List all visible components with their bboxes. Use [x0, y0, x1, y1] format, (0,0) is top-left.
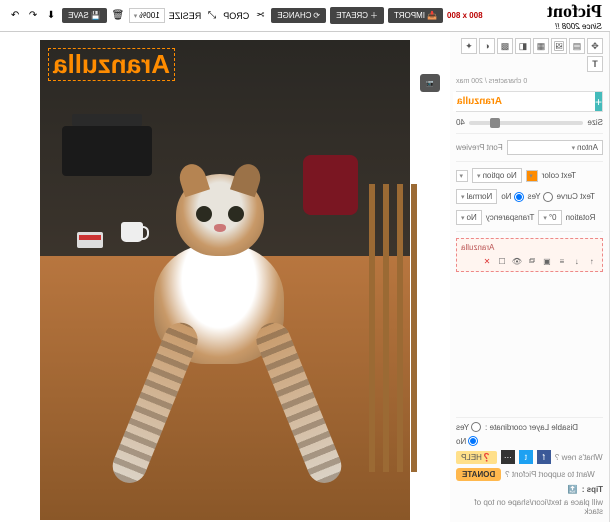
facebook-icon[interactable]: f	[537, 450, 551, 464]
crop-label: CROP	[223, 11, 249, 21]
curve-no-radio[interactable]: No	[501, 192, 523, 202]
coord-yes-radio[interactable]: Yes	[456, 422, 481, 432]
layer-visible-icon[interactable]: 👁	[511, 255, 523, 267]
disable-coord-label: Disable Layer coordinate :	[485, 423, 578, 432]
right-panel: ✥ ▤ 🖼 ▦ ◧ ▩ ◐ ✦ T 0 characters / 200 max…	[450, 32, 610, 522]
rotation-label: Rotation	[566, 213, 596, 222]
save-button[interactable]: 💾SAVE	[62, 8, 107, 23]
effects-icon[interactable]: ✦	[461, 38, 477, 54]
support-label: Want to support Picfont ?	[505, 470, 595, 479]
text-color-label: Text color	[542, 171, 576, 180]
text-input-group: +	[456, 91, 603, 112]
canvas-area: 📷	[0, 32, 450, 522]
gif-badge[interactable]: 📷	[420, 74, 440, 92]
tips-label: Tips :	[582, 485, 603, 494]
top-toolbar: Picfont Since 2008 !! 800 x 800 📥IMPORT …	[0, 0, 610, 32]
download-icon[interactable]: ⬇	[44, 9, 58, 23]
trash-icon[interactable]: 🗑	[111, 9, 125, 23]
logo: Picfont Since 2008 !!	[547, 1, 602, 31]
zoom-select[interactable]: 100%	[129, 8, 165, 23]
grid-icon[interactable]: ▦	[533, 38, 549, 54]
photo-content	[40, 40, 410, 520]
layer-delete-icon[interactable]: ✕	[481, 255, 493, 267]
redo-icon[interactable]: ↷	[8, 9, 22, 23]
change-button[interactable]: ⟲CHANGE	[271, 8, 326, 23]
whats-new-link[interactable]: What's new ?	[555, 453, 603, 462]
layer-down-icon[interactable]: ↓	[571, 255, 583, 267]
brand-name: Picfont	[547, 1, 602, 22]
adjust-icon[interactable]: ◧	[515, 38, 531, 54]
tool-icons-row: ✥ ▤ 🖼 ▦ ◧ ▩ ◐ ✦ T	[456, 38, 603, 72]
add-text-button[interactable]: +	[595, 92, 602, 111]
resize-icon[interactable]: ⤢	[205, 9, 219, 23]
bg-color-swatch[interactable]	[456, 170, 468, 182]
canvas[interactable]: Aranzulla	[40, 40, 410, 520]
dimensions-label: 800 x 800	[447, 11, 483, 20]
import-button[interactable]: 📥IMPORT	[388, 8, 443, 23]
image-icon[interactable]: 🖼	[551, 38, 567, 54]
create-button[interactable]: ＋CREATE	[330, 7, 384, 24]
layer-copy-icon[interactable]: ⧉	[526, 255, 538, 267]
text-curve-label: Text Curve	[557, 192, 595, 201]
size-value: 40	[456, 118, 465, 127]
no-option-select[interactable]: No option	[472, 168, 522, 183]
text-color-swatch[interactable]	[526, 170, 538, 182]
text-tool-icon[interactable]: T	[587, 56, 603, 72]
size-slider[interactable]	[469, 121, 584, 125]
shape-icon[interactable]: ◐	[479, 38, 495, 54]
donate-button[interactable]: DONATE	[456, 468, 501, 481]
share-icon[interactable]: ⋯	[501, 450, 515, 464]
layer-name: Aranzulla	[461, 243, 598, 252]
layer-item[interactable]: Aranzulla ↑ ↓ ≡ ▣ ⧉ 👁 ☐ ✕	[456, 238, 603, 272]
twitter-icon[interactable]: t	[519, 450, 533, 464]
tips-icon: 🔝	[568, 485, 578, 494]
undo-icon[interactable]: ↶	[26, 9, 40, 23]
layers-icon[interactable]: ▤	[569, 38, 585, 54]
font-select[interactable]: Anton	[507, 140, 603, 155]
layer-align-icon[interactable]: ≡	[556, 255, 568, 267]
checker-icon[interactable]: ▩	[497, 38, 513, 54]
transparency-label: Transparency	[486, 213, 535, 222]
layer-center-icon[interactable]: ▣	[541, 255, 553, 267]
brand-tagline: Since 2008 !!	[547, 22, 602, 31]
help-button[interactable]: ❓HELP	[456, 451, 497, 464]
layer-lock-icon[interactable]: ☐	[496, 255, 508, 267]
crop-icon[interactable]: ✂	[253, 9, 267, 23]
curve-yes-radio[interactable]: Yes	[528, 192, 553, 202]
move-icon[interactable]: ✥	[587, 38, 603, 54]
coord-no-radio[interactable]: No	[456, 436, 478, 446]
text-overlay[interactable]: Aranzulla	[48, 48, 175, 81]
transparency-select[interactable]: No	[456, 210, 482, 225]
tips-text: will place a text/icon/shape on top of s…	[456, 498, 603, 516]
layer-up-icon[interactable]: ↑	[586, 255, 598, 267]
font-preview-link[interactable]: Font Preview	[456, 143, 503, 152]
char-counter: 0 characters / 200 max	[456, 78, 603, 85]
resize-label: RESIZE	[169, 11, 202, 21]
curve-style-select[interactable]: Normal	[456, 189, 497, 204]
rotation-select[interactable]: 0°	[538, 210, 561, 225]
size-label: Size	[587, 118, 603, 127]
text-input[interactable]	[453, 92, 595, 111]
